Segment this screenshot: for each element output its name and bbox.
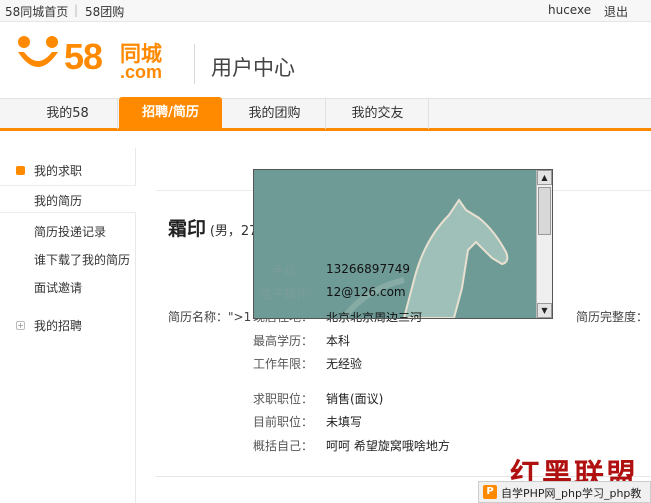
username-link[interactable]: hucexe bbox=[548, 3, 591, 17]
site-header: 58 同城 .com 用户中心 bbox=[0, 22, 651, 98]
sidebar-group-label: 我的求职 bbox=[34, 164, 83, 178]
field-value-education: 本科 bbox=[326, 334, 351, 348]
home-link[interactable]: 58同城首页 bbox=[5, 3, 68, 20]
sidebar-group-label: 我的招聘 bbox=[34, 319, 83, 333]
completeness-label: 简历完整度： bbox=[576, 310, 649, 324]
field-label-summary: 概括自己： bbox=[252, 439, 313, 453]
tab-dating[interactable]: 我的交友 bbox=[327, 99, 429, 129]
page-title: 用户中心 bbox=[211, 56, 295, 80]
field-label-current-position: 目前职位： bbox=[252, 415, 313, 429]
overlay-residence-value: 北京北京周边三河 bbox=[326, 311, 423, 319]
main-nav: 我的58 招聘/简历 我的团购 我的交友 bbox=[0, 97, 651, 131]
field-value-experience: 无经验 bbox=[326, 357, 363, 371]
sidebar-item-delivery-records[interactable]: 简历投递记录 bbox=[34, 223, 106, 240]
sidebar-item-interview-invites[interactable]: 面试邀请 bbox=[34, 279, 82, 296]
logo-smiley-icon[interactable] bbox=[14, 34, 62, 78]
watermark-badge-icon: P bbox=[483, 485, 497, 499]
topbar-separator: | bbox=[74, 3, 79, 17]
overlay-phone-value: 13266897749 bbox=[326, 262, 410, 276]
sidebar-item-my-resume[interactable]: 我的简历 bbox=[34, 192, 82, 209]
overlay-scrollbar[interactable]: ▲ ▼ bbox=[536, 170, 552, 318]
tab-my58[interactable]: 我的58 bbox=[18, 99, 118, 129]
sidebar: 我的求职 我的简历 简历投递记录 谁下载了我的简历 面试邀请 + 我的招聘 bbox=[0, 148, 136, 503]
field-label-education: 最高学历： bbox=[252, 334, 313, 348]
top-bar: 58同城首页 | 58团购 hucexe 退出 bbox=[0, 0, 651, 22]
logout-link[interactable]: 退出 bbox=[604, 3, 628, 20]
logo-number: 58 bbox=[64, 36, 103, 77]
sidebar-group-recruiting[interactable]: + 我的招聘 bbox=[0, 317, 136, 335]
overlay-image-frame[interactable]: 手机： 13266897749 电子邮件： 12@126.com 北京北京周边三… bbox=[253, 169, 553, 319]
overlay-ghost-phone-label: 手机： bbox=[272, 264, 309, 278]
watermark-bar: P 自学PHP网_php学习_php教 bbox=[478, 481, 651, 503]
overlay-email-value: 12@126.com bbox=[326, 285, 406, 299]
field-label-target-position: 求职职位： bbox=[252, 392, 313, 406]
field-value-target-position: 销售(面议) bbox=[326, 392, 384, 406]
watermark-text: 自学PHP网_php学习_php教 bbox=[501, 487, 642, 500]
sidebar-group-jobseeking[interactable]: 我的求职 bbox=[0, 162, 136, 180]
header-divider bbox=[194, 44, 195, 84]
scroll-up-icon[interactable]: ▲ bbox=[537, 170, 552, 185]
expand-icon: + bbox=[16, 321, 25, 330]
scroll-thumb[interactable] bbox=[538, 187, 551, 235]
overlay-ghost-email-label: 电子邮件： bbox=[260, 287, 321, 301]
field-value-summary: 呵呵 希望旋窝哦啥地方 bbox=[326, 439, 450, 453]
field-label-experience: 工作年限： bbox=[252, 357, 313, 371]
field-value-current-position: 未填写 bbox=[326, 415, 363, 429]
collapse-icon bbox=[16, 166, 25, 175]
resume-name-label: 简历名称：">1 bbox=[168, 310, 252, 324]
candidate-name: 霜印 bbox=[168, 218, 207, 240]
logo-com: .com bbox=[120, 62, 163, 82]
groupbuy-link[interactable]: 58团购 bbox=[85, 3, 124, 20]
tab-jobs-resume[interactable]: 招聘/简历 bbox=[119, 97, 222, 129]
tab-groupbuy[interactable]: 我的团购 bbox=[224, 99, 326, 129]
scroll-down-icon[interactable]: ▼ bbox=[537, 303, 552, 318]
sidebar-item-who-downloaded[interactable]: 谁下载了我的简历 bbox=[34, 251, 130, 268]
